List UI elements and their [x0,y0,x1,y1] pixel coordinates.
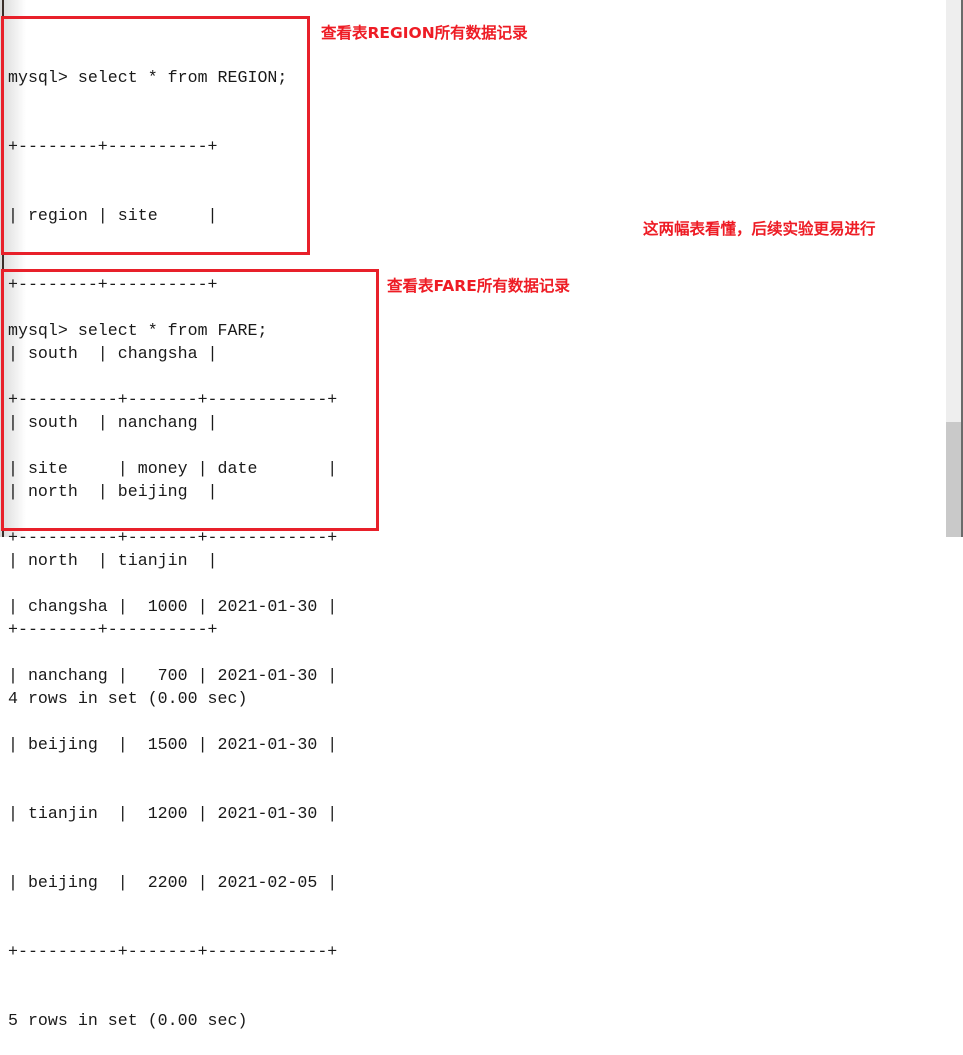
fare-table-border-top: +----------+-------+------------+ [8,390,338,409]
fare-table-border-mid: +----------+-------+------------+ [8,528,338,547]
fare-table-row: | beijing | 2200 | 2021-02-05 | [8,873,338,892]
summary-annotation: 这两幅表看懂，后续实验更易进行 [643,220,876,238]
vertical-scrollbar-thumb[interactable] [946,422,961,537]
window-left-border [2,0,4,537]
fare-table-row: | beijing | 1500 | 2021-01-30 | [8,735,338,754]
fare-query-prompt: mysql> select * from FARE; [8,321,268,340]
region-table-header: | region | site | [8,206,218,225]
fare-query-output: mysql> select * from FARE; +----------+-… [8,273,337,1055]
fare-annotation: 查看表FARE所有数据记录 [387,277,570,295]
region-table-border-top: +--------+----------+ [8,137,218,156]
region-query-prompt: mysql> select * from REGION; [8,68,288,87]
fare-table-row: | tianjin | 1200 | 2021-01-30 | [8,804,338,823]
fare-query-footer: 5 rows in set (0.00 sec) [8,1011,248,1030]
fare-table-row: | nanchang | 700 | 2021-01-30 | [8,666,338,685]
fare-table-border-bottom: +----------+-------+------------+ [8,942,338,961]
region-annotation: 查看表REGION所有数据记录 [321,24,528,42]
fare-table-header: | site | money | date | [8,459,338,478]
fare-table-row: | changsha | 1000 | 2021-01-30 | [8,597,338,616]
